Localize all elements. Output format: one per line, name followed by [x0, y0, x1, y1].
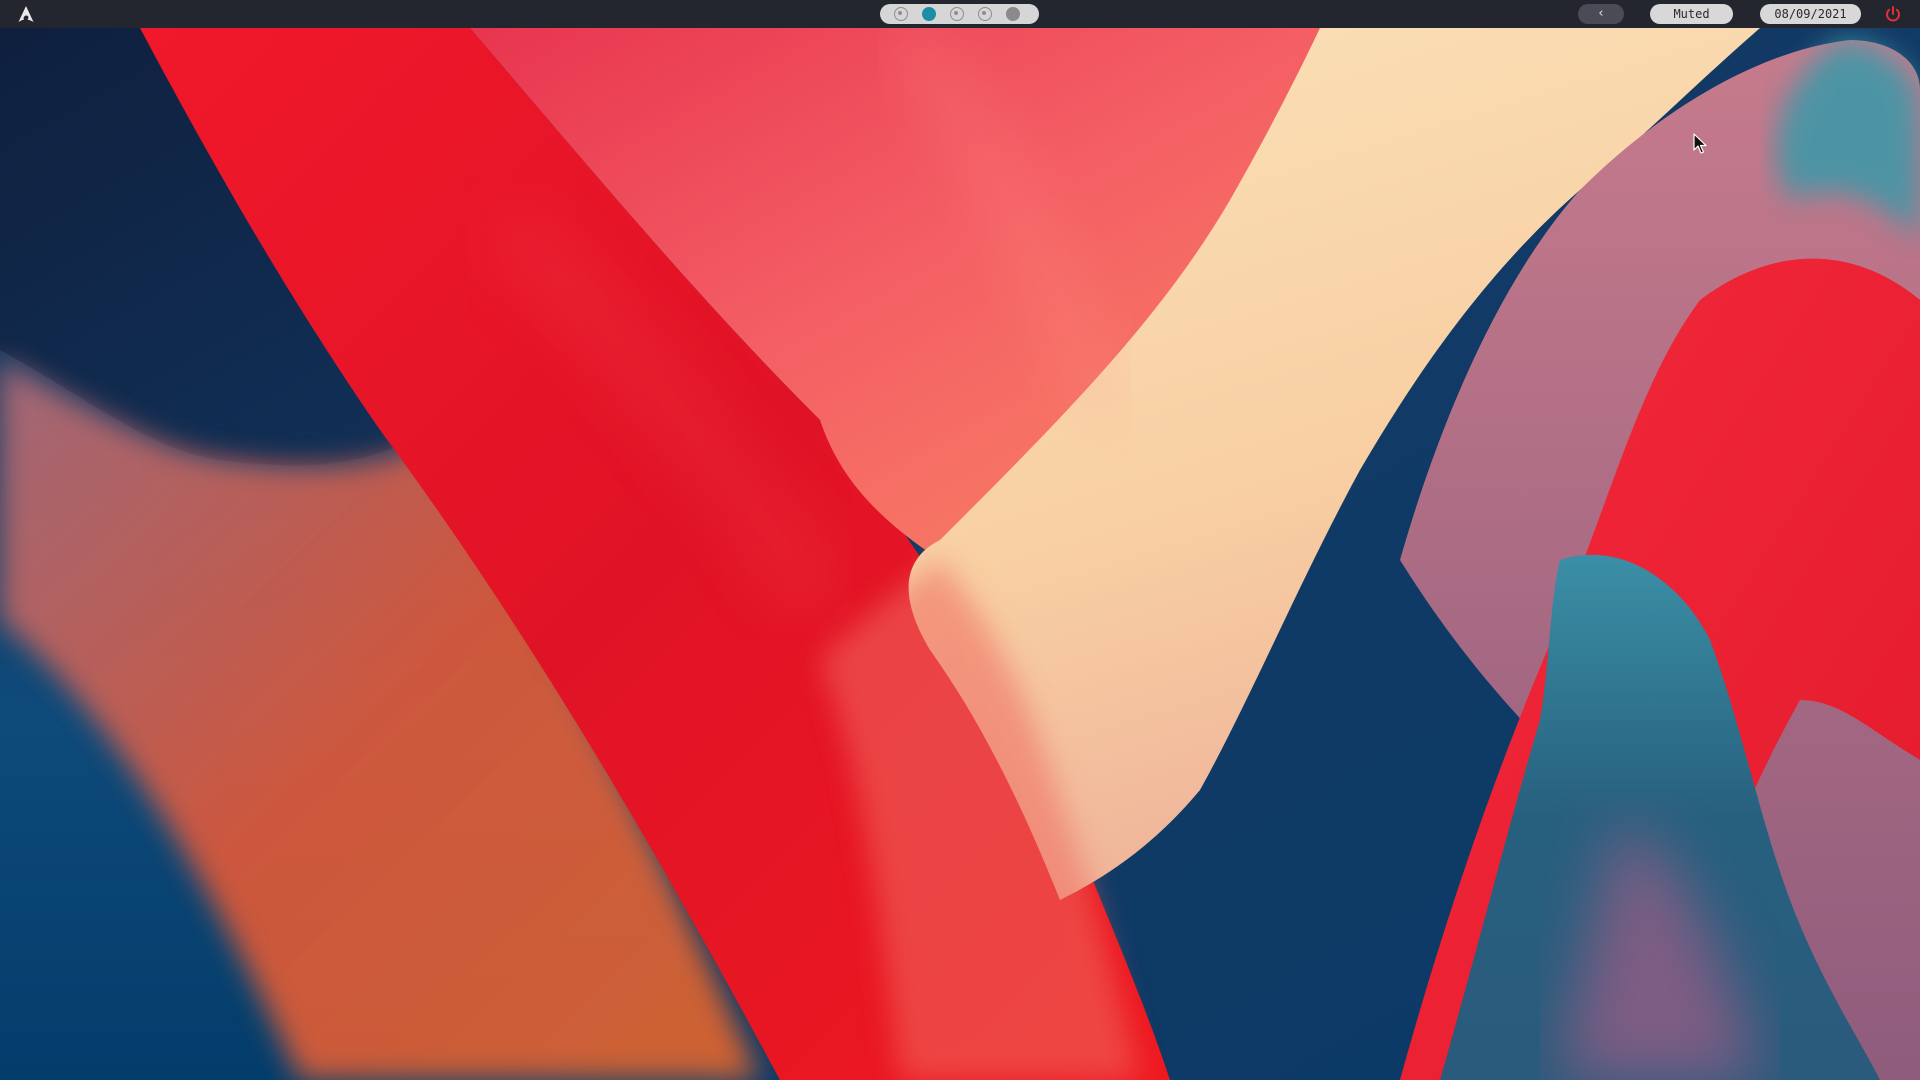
desktop: ‹ Muted 08/09/2021: [0, 0, 1920, 1080]
arch-logo-icon[interactable]: [17, 5, 35, 23]
date-display[interactable]: 08/09/2021: [1760, 4, 1861, 24]
workspace-5[interactable]: [1006, 7, 1020, 21]
mouse-cursor-icon: [1693, 133, 1707, 154]
workspace-4[interactable]: [978, 7, 992, 21]
top-bar: ‹ Muted 08/09/2021: [0, 0, 1920, 28]
volume-status[interactable]: Muted: [1650, 4, 1733, 24]
workspace-3[interactable]: [950, 7, 964, 21]
workspace-switcher: [880, 4, 1039, 24]
wallpaper: [0, 0, 1920, 1080]
tray-toggle-button[interactable]: ‹: [1578, 4, 1624, 24]
workspace-2[interactable]: [922, 7, 936, 21]
power-icon[interactable]: [1884, 5, 1902, 23]
workspace-1[interactable]: [894, 7, 908, 21]
